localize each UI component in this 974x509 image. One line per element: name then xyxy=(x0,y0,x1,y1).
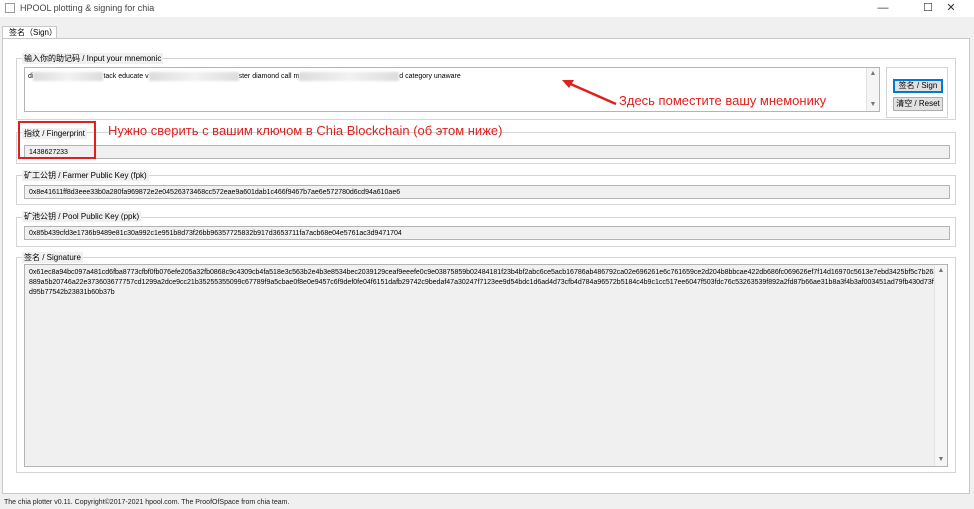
mnemonic-label: 输入你的助记码 / Input your mnemonic xyxy=(22,53,164,64)
title-bar: HPOOL plotting & signing for chia — ☐ ✕ xyxy=(0,0,974,17)
signature-scrollbar[interactable]: ▲ ▼ xyxy=(934,265,947,466)
mnemonic-text-4: d category unaware xyxy=(399,73,461,80)
fingerprint-hint: Нужно сверить с вашим ключом в Chia Bloc… xyxy=(108,123,503,138)
fingerprint-highlight-box xyxy=(18,121,96,159)
ppk-field[interactable]: 0x85b439cfd3e1736b9489e81c30a992c1e951b8… xyxy=(24,226,950,240)
app-icon xyxy=(5,3,15,13)
redaction-blur xyxy=(148,71,239,81)
redaction-blur xyxy=(299,71,400,81)
status-bar: The chia plotter v0.11. Copyright©2017-2… xyxy=(4,499,290,506)
annotation-arrow-icon xyxy=(562,80,617,106)
scroll-down-icon[interactable]: ▼ xyxy=(867,100,879,110)
mnemonic-hint: Здесь поместите вашу мнемонику xyxy=(619,93,827,108)
mnemonic-text-2: tack educate v xyxy=(103,73,149,80)
action-buttons: 签名 / Sign 清空 / Reset xyxy=(886,67,948,118)
scroll-up-icon[interactable]: ▲ xyxy=(935,266,947,276)
scroll-down-icon[interactable]: ▼ xyxy=(935,455,947,465)
close-button[interactable]: ✕ xyxy=(928,0,974,17)
minimize-button[interactable]: — xyxy=(860,0,906,17)
fpk-field[interactable]: 0x8e41611ff8d3eee33b0a280fa969872e2e0452… xyxy=(24,185,950,199)
signature-label: 签名 / Signature xyxy=(22,252,83,263)
sign-button[interactable]: 签名 / Sign xyxy=(893,79,943,93)
fpk-label: 矿工公钥 / Farmer Public Key (fpk) xyxy=(22,170,149,181)
signature-field[interactable]: 0x61ec8a94bc097a481cd6fba8773cfbf0fb076e… xyxy=(24,264,948,467)
mnemonic-text-3: ster diamond call m xyxy=(238,73,300,80)
window-title: HPOOL plotting & signing for chia xyxy=(20,3,155,13)
ppk-label: 矿池公钥 / Pool Public Key (ppk) xyxy=(22,211,142,222)
fingerprint-field[interactable]: 1438627233 xyxy=(24,145,950,159)
reset-button[interactable]: 清空 / Reset xyxy=(893,97,943,111)
scroll-up-icon[interactable]: ▲ xyxy=(867,69,879,79)
mnemonic-scrollbar[interactable]: ▲ ▼ xyxy=(866,68,879,111)
redaction-blur xyxy=(33,71,104,81)
signature-text: 0x61ec8a94bc097a481cd6fba8773cfbf0fb076e… xyxy=(29,269,942,296)
